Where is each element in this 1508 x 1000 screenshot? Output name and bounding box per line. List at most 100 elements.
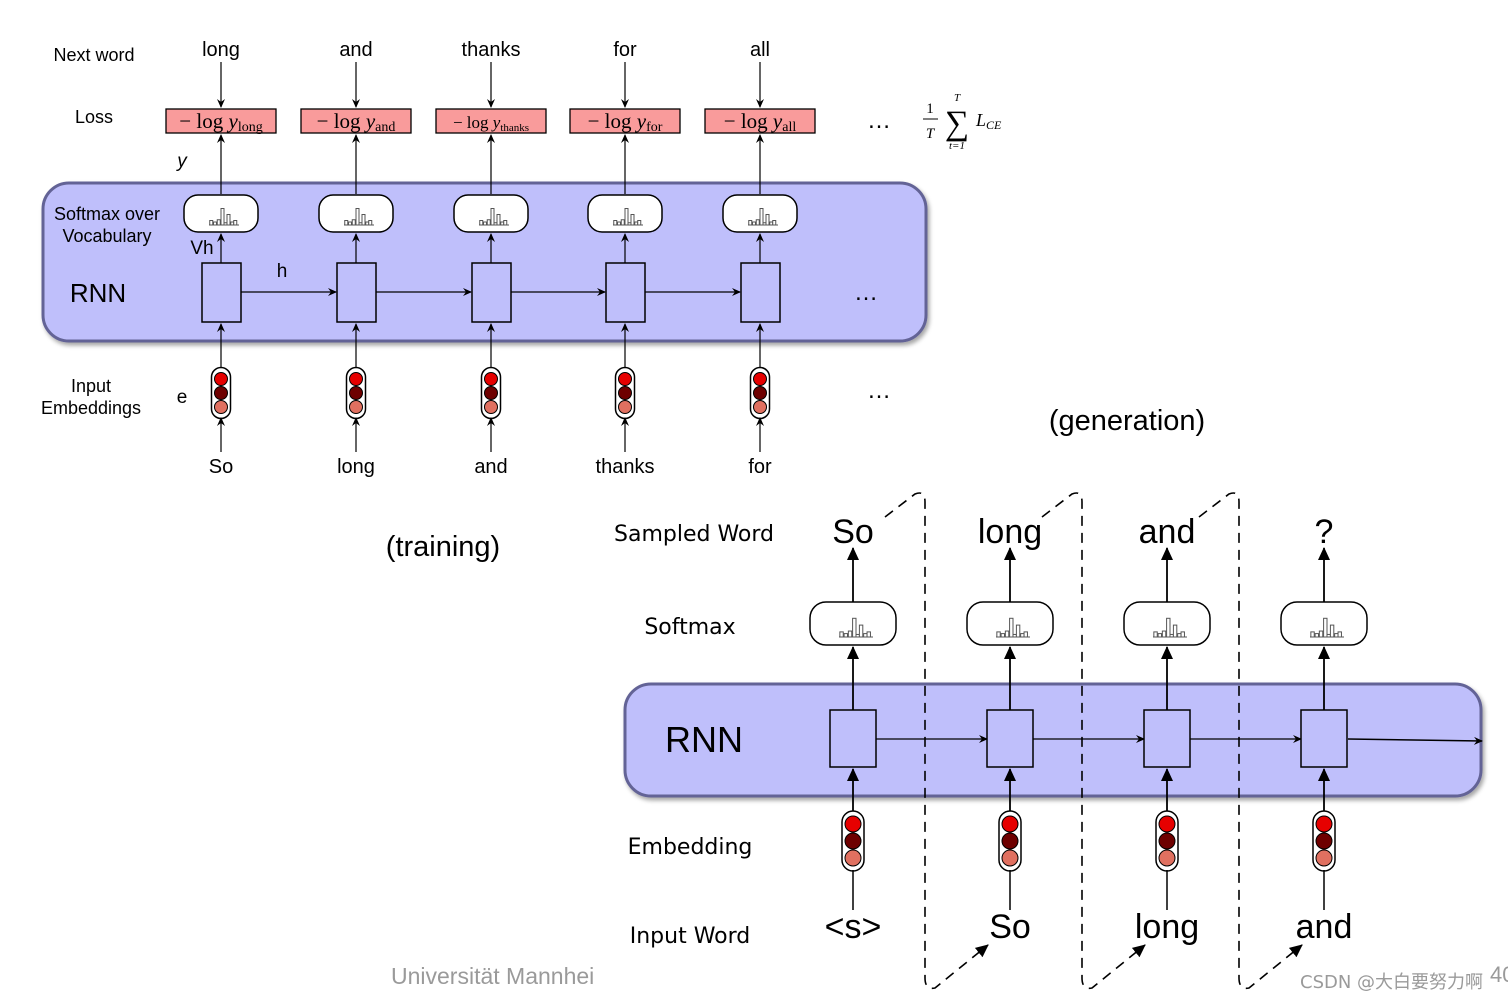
- rnn-cell: [740, 262, 781, 323]
- label-y: y: [175, 151, 188, 172]
- histogram-bar: [1329, 624, 1335, 638]
- embedding-unit: [753, 372, 767, 386]
- formula-denominator: T: [926, 126, 936, 142]
- embedding-vector: [1312, 810, 1336, 872]
- training-section: Next word Loss y Softmax over Vocabulary…: [41, 39, 1002, 563]
- next-word: all: [750, 39, 770, 61]
- histogram-bar: [1172, 624, 1178, 638]
- label-rnn-training: RNN: [70, 278, 126, 308]
- embedding-unit: [753, 400, 767, 414]
- embedding-vector: [480, 366, 502, 420]
- histogram-bar: [863, 633, 868, 638]
- histogram-bar: [479, 220, 484, 226]
- histogram-bar: [1180, 631, 1185, 638]
- sampled-word: ?: [1315, 513, 1334, 551]
- total-loss-formula: 1 T T ∑ t=1 LCE: [923, 92, 1002, 152]
- training-caption: (training): [386, 531, 500, 563]
- histogram-bar: [866, 631, 871, 638]
- formula-term: LCE: [975, 110, 1002, 132]
- embedding-unit: [1315, 832, 1333, 850]
- rnn-cell: [1300, 709, 1348, 768]
- histogram-bar: [620, 219, 625, 226]
- embedding-unit: [349, 386, 363, 400]
- input-word: <s>: [825, 908, 882, 946]
- label-softmax-over: Softmax over: [54, 204, 160, 224]
- label-rnn-generation: RNN: [665, 719, 743, 760]
- embedding-unit: [1158, 849, 1176, 867]
- histogram-bar: [1000, 633, 1005, 638]
- embedding-unit: [618, 372, 632, 386]
- histogram-bar: [209, 220, 214, 226]
- input-word: So: [209, 456, 233, 478]
- histogram-bar: [1157, 633, 1162, 638]
- rnn-cell: [605, 262, 646, 323]
- embedding-unit: [1001, 832, 1019, 850]
- input-word: for: [748, 456, 772, 478]
- histogram-bar: [996, 631, 1001, 638]
- formula-sum-bottom: t=1: [949, 140, 965, 152]
- histogram-bar: [637, 220, 642, 226]
- embedding-unit: [349, 372, 363, 386]
- embedding-vector: [749, 366, 771, 420]
- next-word: thanks: [462, 39, 521, 61]
- input-word: and: [1296, 908, 1353, 946]
- input-word: long: [337, 456, 375, 478]
- embedding-unit: [1158, 832, 1176, 850]
- label-loss: Loss: [75, 107, 113, 127]
- histogram-bar: [1004, 630, 1010, 638]
- formula-sum-top: T: [954, 92, 961, 104]
- embedding-unit: [484, 400, 498, 414]
- embedding-unit: [214, 386, 228, 400]
- embedding-unit: [484, 386, 498, 400]
- embedding-unit: [1001, 815, 1019, 833]
- label-sampled-word: Sampled Word: [614, 522, 774, 547]
- generation-section: (generation) Sampled Word Softmax RNN Em…: [614, 405, 1483, 990]
- ellipsis-loss: …: [867, 107, 891, 134]
- histogram-bar: [1023, 631, 1028, 638]
- embedding-unit: [214, 400, 228, 414]
- sampled-word: and: [1139, 513, 1196, 551]
- embedding-unit: [349, 400, 363, 414]
- histogram-bar: [351, 219, 356, 226]
- histogram-bar: [748, 220, 753, 226]
- embedding-unit: [1315, 815, 1333, 833]
- label-embedding: Embedding: [628, 835, 753, 860]
- input-word: So: [989, 908, 1031, 946]
- histogram-bar: [503, 220, 508, 226]
- embedding-vector: [614, 366, 636, 420]
- embedding-unit: [1315, 849, 1333, 867]
- histogram-bar: [368, 220, 373, 226]
- histogram-bar: [847, 630, 853, 638]
- ellipsis-rnn: …: [854, 279, 878, 306]
- embedding-vector: [210, 366, 232, 420]
- histogram-bar: [1020, 633, 1025, 638]
- histogram-bar: [630, 214, 635, 226]
- histogram-bar: [216, 219, 221, 226]
- embedding-unit: [844, 849, 862, 867]
- histogram-bar: [765, 214, 770, 226]
- embedding-unit: [844, 815, 862, 833]
- histogram-bar: [226, 214, 231, 226]
- embedding-vector: [345, 366, 367, 420]
- rnn-cell: [986, 709, 1034, 768]
- input-word: and: [474, 456, 507, 478]
- histogram-bar: [233, 220, 238, 226]
- embedding-vector: [998, 810, 1022, 872]
- histogram-bar: [1318, 630, 1324, 638]
- rnn-language-model-diagram: Next word Loss y Softmax over Vocabulary…: [41, 39, 1508, 993]
- label-input-word: Input Word: [630, 924, 751, 949]
- histogram-bar: [1337, 631, 1342, 638]
- next-word: long: [202, 39, 240, 61]
- histogram-bar: [1323, 617, 1328, 638]
- footer-page-number: 40: [1490, 962, 1508, 987]
- embedding-unit: [1001, 849, 1019, 867]
- rnn-cell: [336, 262, 377, 323]
- histogram-bar: [843, 633, 848, 638]
- next-word: and: [339, 39, 372, 61]
- sampled-word: long: [978, 513, 1042, 551]
- histogram-bar: [1310, 631, 1315, 638]
- histogram-bar: [858, 624, 864, 638]
- histogram-bar: [839, 631, 844, 638]
- embedding-vector: [841, 810, 865, 872]
- label-softmax: Softmax: [644, 615, 735, 640]
